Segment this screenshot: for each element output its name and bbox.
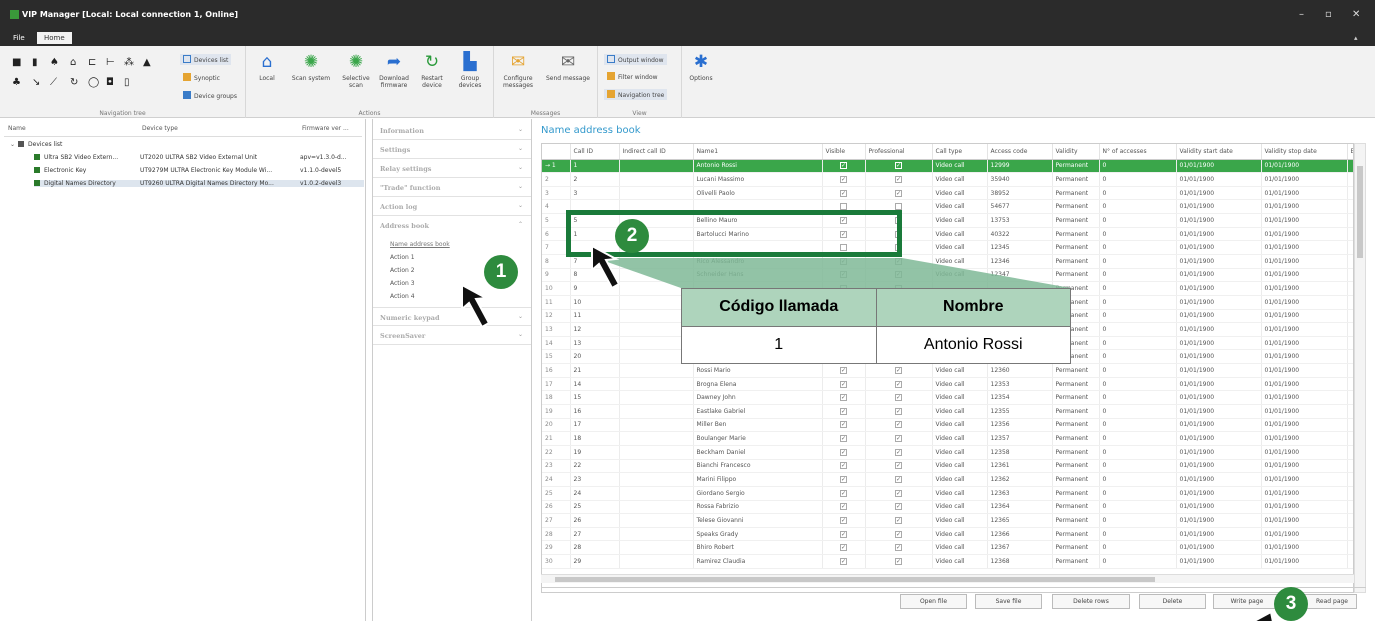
callout-value-call-code: 1 (681, 325, 877, 364)
callout-table: Código llamada Nombre 1 Antonio Rossi (681, 288, 1071, 364)
app-window: VIP Manager [Local: Local connection 1, … (0, 0, 1375, 621)
callout-connector-shape (596, 258, 1071, 288)
step-badge-1: 1 (484, 255, 518, 289)
callout-header-call-code: Código llamada (681, 288, 877, 327)
step-badge-3: 3 (1274, 587, 1308, 621)
callout-header-name: Nombre (875, 288, 1071, 327)
step-badge-2: 2 (615, 219, 649, 253)
callout-value-name: Antonio Rossi (875, 325, 1071, 364)
cursor-arrow-icon (461, 283, 491, 329)
